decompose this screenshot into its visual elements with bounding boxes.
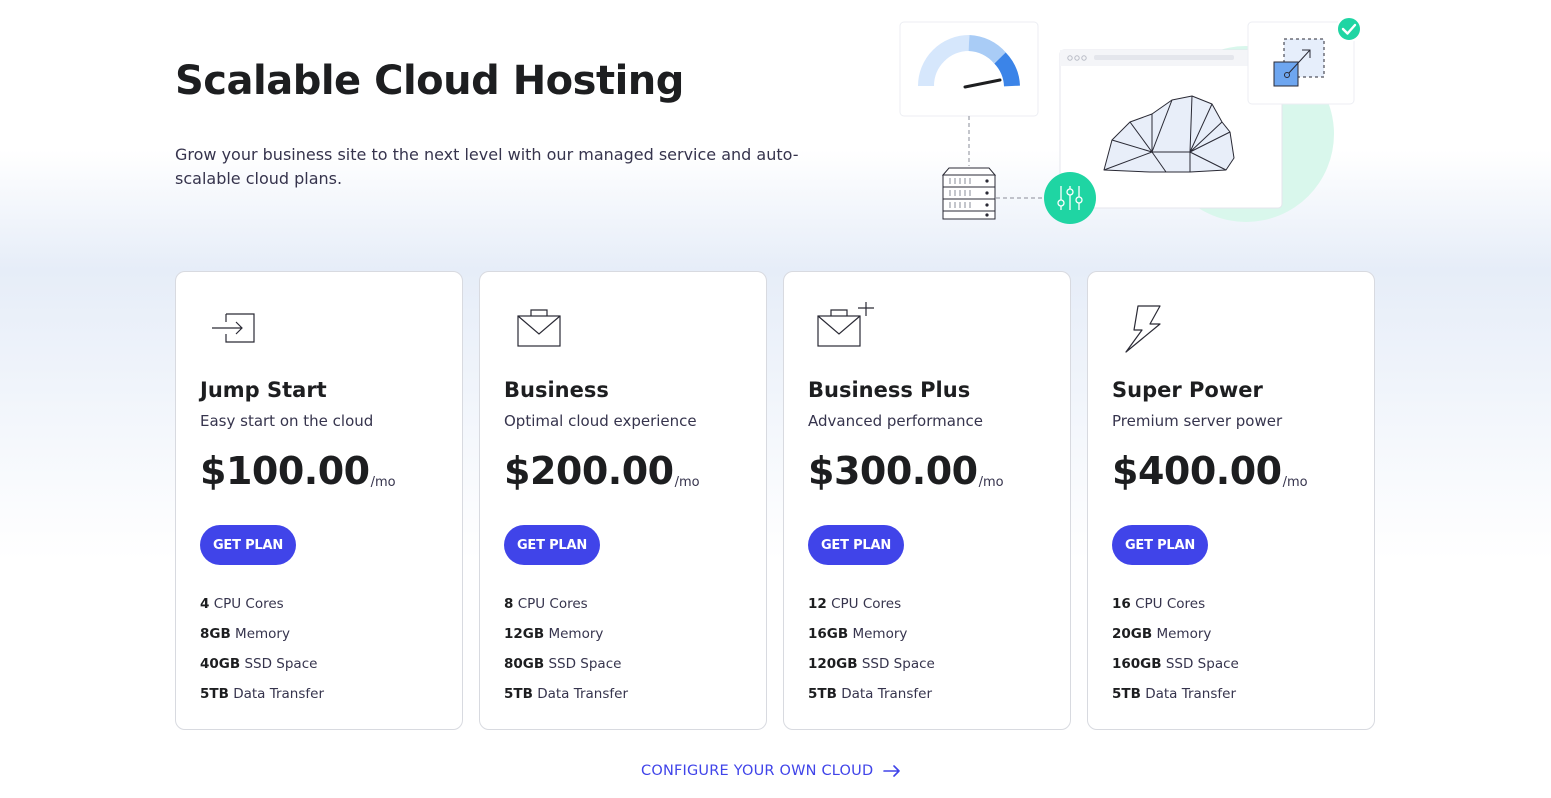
plan-price-row: $200.00 /mo [504,448,700,494]
feature-list: 4 CPU Cores 8GB Memory 40GB SSD Space 5T… [200,595,324,715]
feature-transfer: 5TB Data Transfer [1112,686,1237,702]
feature-memory: 20GB Memory [1112,626,1212,642]
server-rack-icon [941,167,997,220]
plan-price: $400.00 [1112,449,1282,493]
hero-illustration [899,16,1362,224]
get-plan-button[interactable]: GET PLAN [504,525,600,565]
plan-price-row: $100.00 /mo [200,448,396,494]
feature-cpu: 4 CPU Cores [200,596,284,612]
feature-cpu: 12 CPU Cores [808,596,902,612]
plan-name: Jump Start [200,378,327,402]
plan-card-business: Business Optimal cloud experience $200.0… [479,271,767,730]
plan-price: $300.00 [808,449,978,493]
briefcase-plus-icon [817,302,874,347]
briefcase-icon [517,309,561,347]
feature-cpu: 8 CPU Cores [504,596,588,612]
feature-memory: 8GB Memory [200,626,290,642]
plan-name: Business [504,378,609,402]
feature-storage: 80GB SSD Space [504,656,622,672]
price-period: /mo [1282,475,1308,490]
feature-list: 8 CPU Cores 12GB Memory 80GB SSD Space 5… [504,595,628,715]
feature-list: 16 CPU Cores 20GB Memory 160GB SSD Space… [1112,595,1239,715]
price-period: /mo [978,475,1004,490]
feature-storage: 40GB SSD Space [200,656,318,672]
sliders-icon [1044,172,1096,224]
plan-description: Premium server power [1112,412,1283,430]
configure-cloud-label: CONFIGURE YOUR OWN CLOUD [641,763,874,779]
plan-price-row: $400.00 /mo [1112,448,1308,494]
plan-description: Advanced performance [808,412,983,430]
feature-storage: 120GB SSD Space [808,656,935,672]
feature-memory: 16GB Memory [808,626,908,642]
feature-memory: 12GB Memory [504,626,604,642]
price-period: /mo [674,475,700,490]
plan-card-business-plus: Business Plus Advanced performance $300.… [783,271,1071,730]
feature-transfer: 5TB Data Transfer [808,686,933,702]
plan-price-row: $300.00 /mo [808,448,1004,494]
plan-card-super-power: Super Power Premium server power $400.00… [1087,271,1375,730]
plan-description: Optimal cloud experience [504,412,697,430]
feature-transfer: 5TB Data Transfer [504,686,629,702]
plan-price: $200.00 [504,449,674,493]
feature-cpu: 16 CPU Cores [1112,596,1206,612]
configure-cloud-link[interactable]: CONFIGURE YOUR OWN CLOUD [641,763,901,779]
plan-description: Easy start on the cloud [200,412,374,430]
page-subtitle: Grow your business site to the next leve… [175,145,799,188]
speedometer-icon [899,21,1039,117]
get-plan-button[interactable]: GET PLAN [808,525,904,565]
arrow-into-box-icon [212,313,255,343]
get-plan-button[interactable]: GET PLAN [200,525,296,565]
feature-storage: 160GB SSD Space [1112,656,1239,672]
lightning-icon [1125,305,1161,353]
plan-price: $100.00 [200,449,370,493]
feature-transfer: 5TB Data Transfer [200,686,325,702]
arrow-right-icon [883,765,901,777]
plan-name: Super Power [1112,378,1263,402]
get-plan-button[interactable]: GET PLAN [1112,525,1208,565]
pricing-cards: Jump Start Easy start on the cloud $100.… [175,271,1375,730]
plan-name: Business Plus [808,378,971,402]
check-circle-icon [1336,16,1362,42]
feature-list: 12 CPU Cores 16GB Memory 120GB SSD Space… [808,595,935,715]
price-period: /mo [370,475,396,490]
page-title: Scalable Cloud Hosting [175,58,684,104]
plan-card-jump-start: Jump Start Easy start on the cloud $100.… [175,271,463,730]
